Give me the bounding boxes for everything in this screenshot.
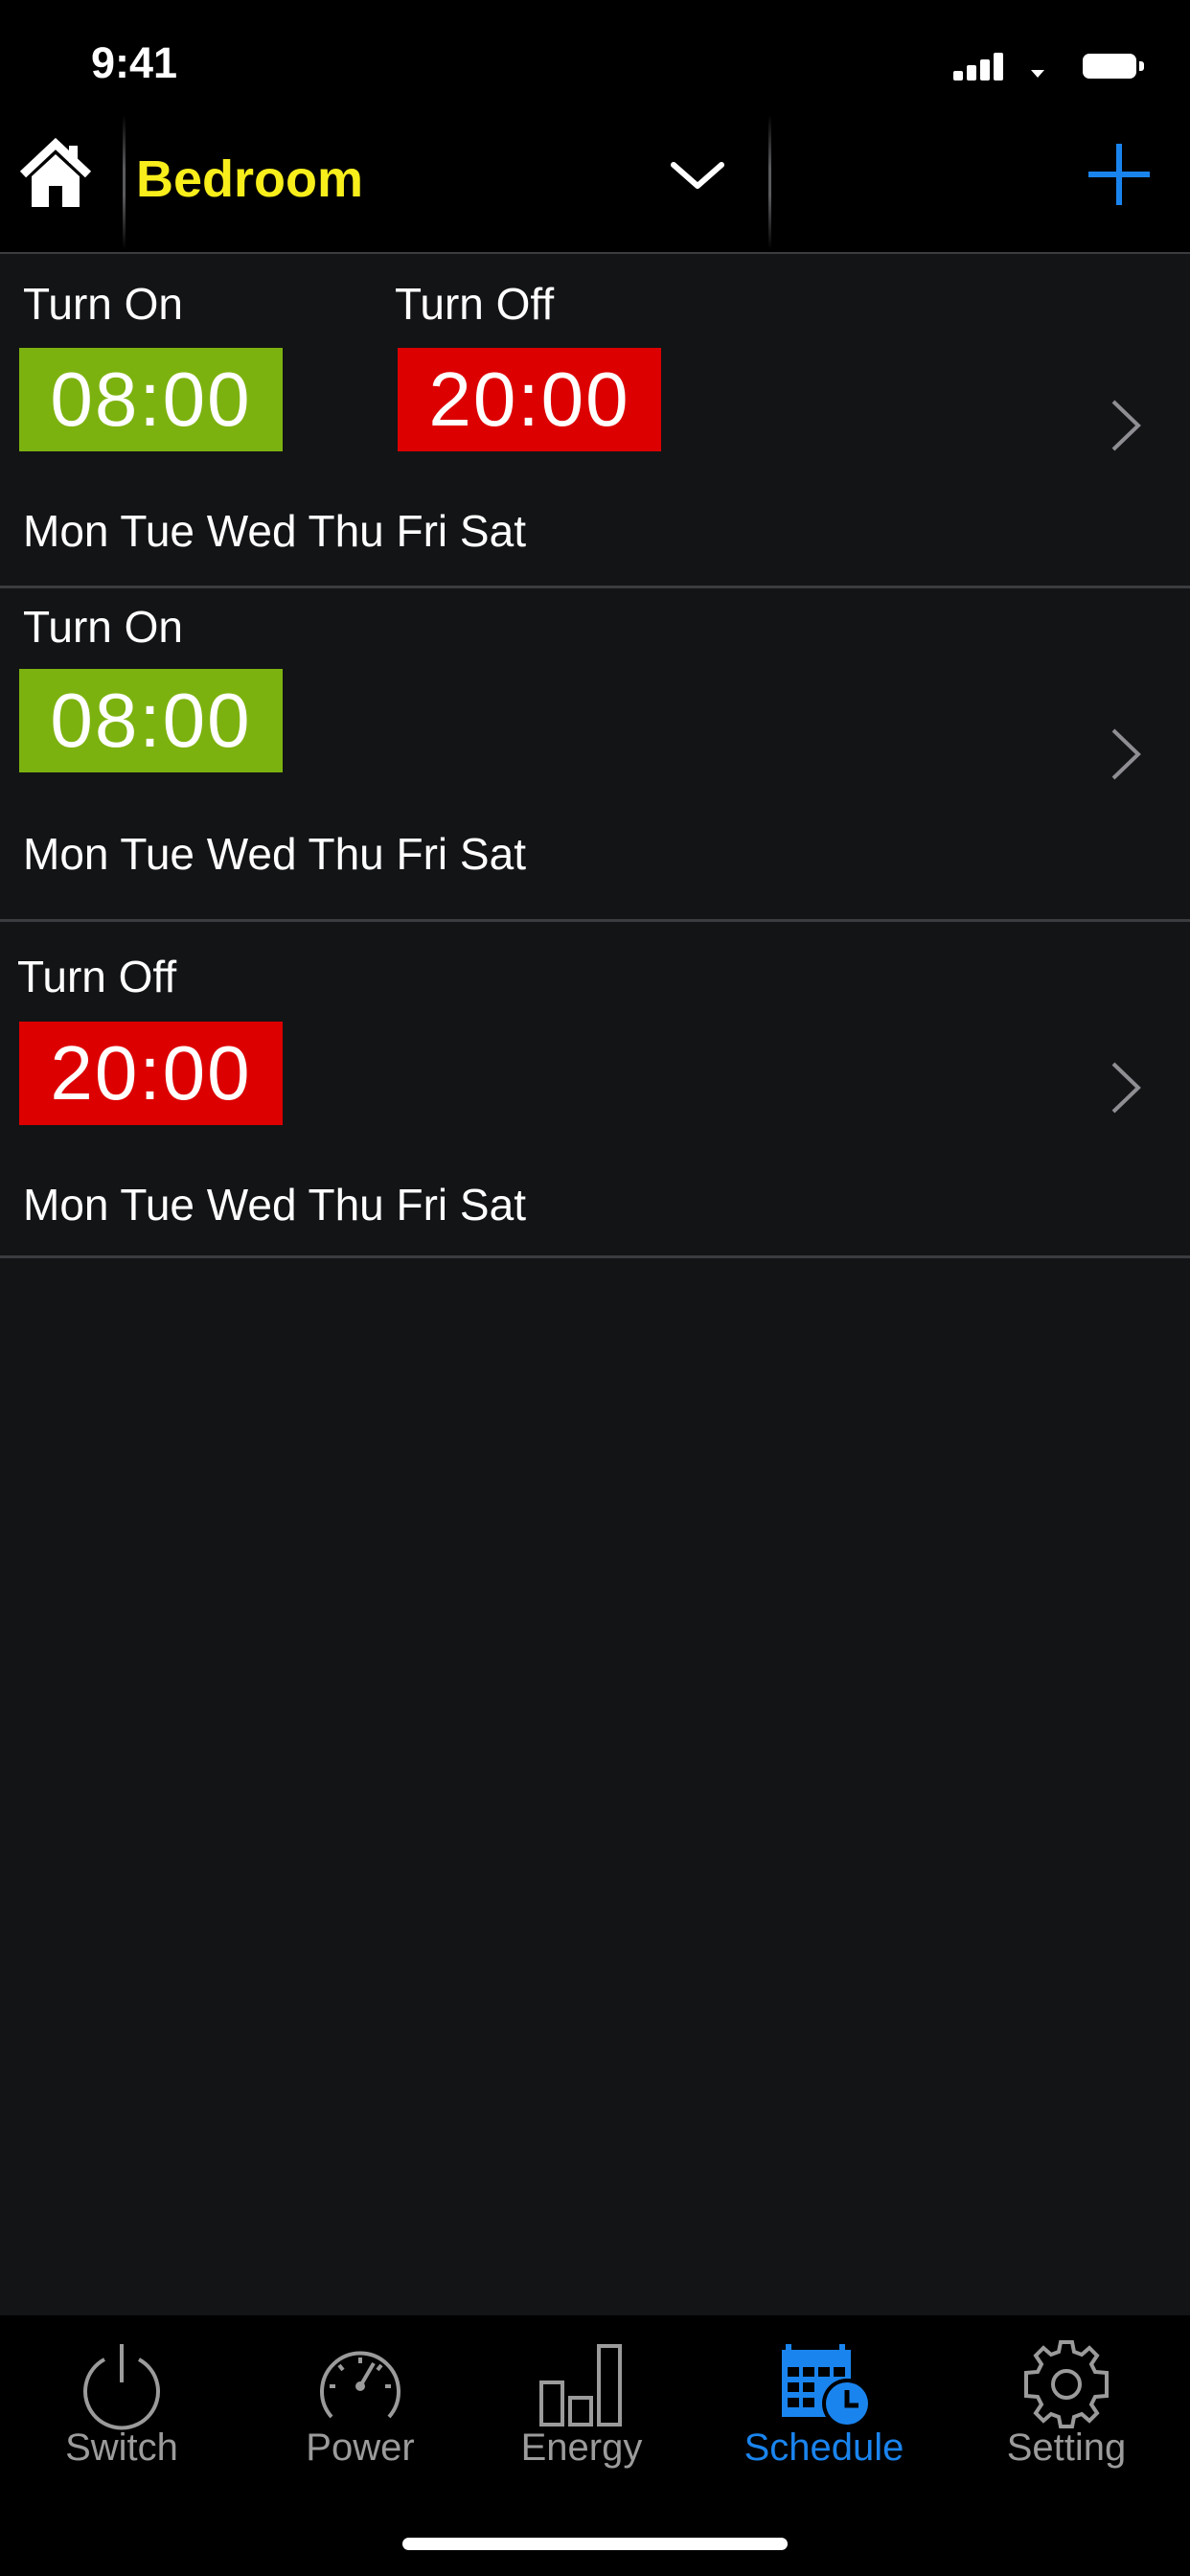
signal-icon: [953, 52, 1005, 80]
tab-label: Schedule: [744, 2426, 904, 2469]
battery-icon: [1083, 54, 1144, 79]
wifi-icon: [1031, 70, 1044, 78]
turn-on-label: Turn On: [23, 602, 184, 652]
gauge-icon: [320, 2351, 400, 2419]
home-icon[interactable]: [17, 136, 94, 213]
turn-off-label: Turn Off: [17, 952, 177, 1001]
turn-on-label: Turn On: [23, 279, 184, 329]
turn-off-time: 20:00: [398, 348, 661, 451]
header-divider: [123, 115, 126, 249]
header-divider: [768, 115, 771, 249]
status-bar: 9:41: [0, 0, 1190, 115]
schedule-days: Mon Tue Wed Thu Fri Sat: [23, 829, 526, 879]
room-title[interactable]: Bedroom: [136, 150, 363, 209]
gear-icon: [1024, 2340, 1109, 2428]
tab-label: Energy: [520, 2426, 643, 2469]
tab-label: Power: [306, 2426, 415, 2469]
chevron-down-icon[interactable]: [666, 153, 729, 197]
schedule-row[interactable]: Turn Off 20:00 Mon Tue Wed Thu Fri Sat: [0, 922, 1190, 1258]
header: Bedroom: [0, 115, 1190, 254]
tab-power[interactable]: Power: [241, 2315, 479, 2517]
power-icon: [83, 2344, 160, 2430]
schedule-row[interactable]: Turn On 08:00 Mon Tue Wed Thu Fri Sat: [0, 588, 1190, 922]
tab-energy[interactable]: Energy: [463, 2315, 700, 2517]
schedule-days: Mon Tue Wed Thu Fri Sat: [23, 506, 526, 556]
chevron-right-icon[interactable]: [1108, 724, 1144, 784]
schedule-row[interactable]: Turn On 08:00 Turn Off 20:00 Mon Tue Wed…: [0, 254, 1190, 588]
turn-on-time: 08:00: [19, 669, 283, 772]
bar-chart-icon: [539, 2344, 622, 2426]
tab-setting[interactable]: Setting: [948, 2315, 1185, 2517]
tab-switch[interactable]: Switch: [3, 2315, 240, 2517]
status-time: 9:41: [91, 38, 178, 87]
chevron-right-icon[interactable]: [1108, 1058, 1144, 1117]
tab-schedule[interactable]: Schedule: [705, 2315, 943, 2517]
tab-label: Setting: [1006, 2426, 1127, 2469]
turn-off-time: 20:00: [19, 1022, 283, 1125]
plus-icon[interactable]: [1087, 142, 1152, 207]
turn-on-time: 08:00: [19, 348, 283, 451]
schedule-days: Mon Tue Wed Thu Fri Sat: [23, 1180, 526, 1230]
tab-label: Switch: [65, 2426, 178, 2469]
turn-off-label: Turn Off: [395, 279, 555, 329]
chevron-right-icon[interactable]: [1108, 396, 1144, 455]
home-indicator: [402, 2538, 788, 2550]
calendar-clock-icon: [782, 2344, 872, 2428]
